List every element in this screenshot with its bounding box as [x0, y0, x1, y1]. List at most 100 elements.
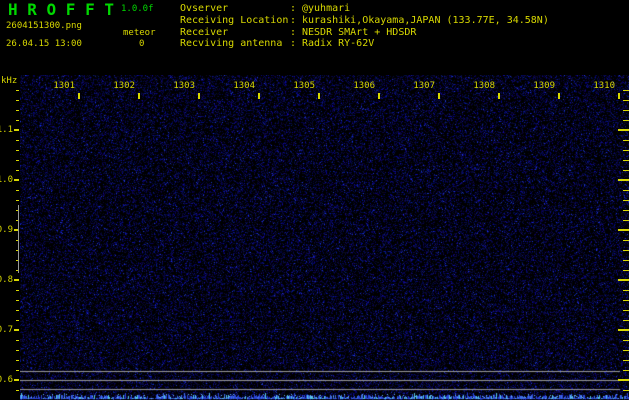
station-info-separator: : [290, 27, 302, 39]
freq-tick-label: 0.9 [0, 225, 13, 235]
axis-tick [378, 93, 380, 99]
time-tick-label: 1304 [225, 81, 255, 91]
axis-tick [623, 110, 629, 111]
axis-tick [623, 370, 629, 371]
freq-tick-label: 1.0 [0, 175, 13, 185]
spectrogram-canvas [20, 75, 629, 400]
axis-tick [14, 329, 19, 331]
axis-tick [623, 390, 629, 391]
axis-tick [16, 320, 19, 321]
axis-tick [16, 360, 19, 361]
axis-tick [258, 93, 260, 99]
axis-tick [498, 93, 500, 99]
axis-tick [198, 93, 200, 99]
axis-tick [318, 93, 320, 99]
axis-tick [16, 310, 19, 311]
axis-tick [16, 150, 19, 151]
axis-tick [623, 150, 629, 151]
time-tick-label: 1305 [285, 81, 315, 91]
axis-tick [16, 100, 19, 101]
station-info-value: Radix RY-62V [302, 38, 374, 50]
axis-tick [623, 300, 629, 301]
axis-tick [623, 200, 629, 201]
axis-tick [14, 129, 19, 131]
axis-tick [14, 379, 19, 381]
axis-tick [623, 170, 629, 171]
axis-tick [16, 160, 19, 161]
axis-tick [16, 350, 19, 351]
axis-tick [16, 110, 19, 111]
axis-tick [16, 170, 19, 171]
axis-tick [16, 300, 19, 301]
axis-tick [623, 190, 629, 191]
axis-tick [14, 179, 19, 181]
mode-label: meteor [123, 28, 156, 39]
axis-tick [138, 93, 140, 99]
axis-tick [623, 140, 629, 141]
axis-tick [618, 229, 629, 231]
axis-tick [623, 310, 629, 311]
axis-tick [16, 90, 19, 91]
station-info-separator: : [290, 38, 302, 50]
station-info-label: Ovserver [180, 3, 290, 15]
station-info-value: @yuhmari [302, 3, 350, 15]
axis-tick [16, 200, 19, 201]
time-tick-label: 1307 [405, 81, 435, 91]
output-filename: 2604151300.png [6, 21, 82, 32]
hrofft-output-screen: H R O F F T 1.0.0f 2604151300.png meteor… [0, 0, 629, 400]
freq-tick-label: 0.6 [0, 375, 13, 385]
datetime-label: 26.04.15 13:00 [6, 39, 82, 50]
axis-tick [623, 270, 629, 271]
axis-tick [623, 260, 629, 261]
detection-band-marker [18, 205, 19, 273]
time-tick-label: 1308 [465, 81, 495, 91]
axis-tick [623, 100, 629, 101]
app-version: 1.0.0f [121, 4, 154, 15]
axis-tick [623, 360, 629, 361]
axis-tick [618, 179, 629, 181]
axis-tick [618, 329, 629, 331]
station-info-label: Receiver [180, 27, 290, 39]
axis-tick [618, 379, 629, 381]
time-tick-label: 1303 [165, 81, 195, 91]
station-info-separator: : [290, 3, 302, 15]
station-info-label: Recviving antenna [180, 38, 290, 50]
station-info-row: Receiver: NESDR SMArt + HDSDR [180, 27, 416, 39]
axis-tick [623, 340, 629, 341]
axis-tick [623, 350, 629, 351]
axis-tick [623, 90, 629, 91]
freq-tick-label: 1.1 [0, 125, 13, 135]
axis-tick [14, 279, 19, 281]
station-info-label: Receiving Location [180, 15, 290, 27]
freq-axis-unit-label: kHz [1, 76, 17, 86]
axis-tick [16, 390, 19, 391]
axis-tick [558, 93, 560, 99]
axis-tick [623, 220, 629, 221]
axis-tick [623, 240, 629, 241]
freq-tick-label: 0.8 [0, 275, 13, 285]
time-tick-label: 1302 [105, 81, 135, 91]
meteor-count-value: 0 [139, 39, 144, 50]
axis-tick [16, 370, 19, 371]
station-info-value: NESDR SMArt + HDSDR [302, 27, 416, 39]
axis-tick [623, 160, 629, 161]
time-tick-label: 1306 [345, 81, 375, 91]
axis-tick [78, 93, 80, 99]
axis-tick [618, 279, 629, 281]
axis-tick [16, 340, 19, 341]
station-info-row: Receiving Location: kurashiki,Okayama,JAP… [180, 15, 549, 27]
axis-tick [618, 129, 629, 131]
freq-tick-label: 0.7 [0, 325, 13, 335]
axis-tick [623, 210, 629, 211]
station-info-separator: : [290, 15, 302, 27]
axis-tick [438, 93, 440, 99]
axis-tick [623, 320, 629, 321]
axis-tick [16, 190, 19, 191]
axis-tick [623, 290, 629, 291]
axis-tick [623, 120, 629, 121]
app-title: H R O F F T [8, 2, 114, 18]
time-tick-label: 1309 [525, 81, 555, 91]
station-info-row: Ovserver: @yuhmari [180, 3, 350, 15]
station-info-row: Recviving antenna: Radix RY-62V [180, 38, 374, 50]
axis-tick [623, 250, 629, 251]
